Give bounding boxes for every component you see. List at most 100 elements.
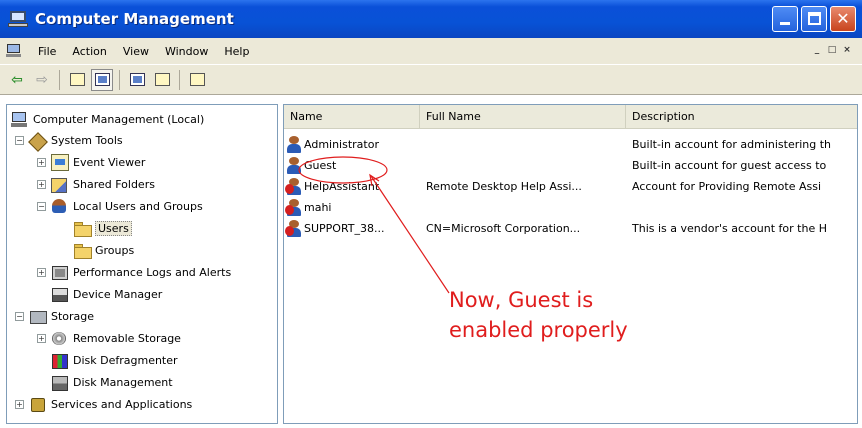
list-row-mahi[interactable]: mahi bbox=[284, 197, 857, 218]
description-cell: Account for Providing Remote Assi bbox=[632, 180, 822, 193]
expand-toggle[interactable]: + bbox=[37, 268, 46, 277]
child-close-button[interactable]: × bbox=[840, 44, 854, 57]
menu-view[interactable]: View bbox=[115, 45, 157, 58]
tree-item-groups[interactable]: Groups bbox=[73, 240, 134, 261]
column-header-name[interactable]: Name bbox=[284, 105, 420, 129]
system-menu-icon[interactable] bbox=[6, 44, 22, 58]
tools-icon bbox=[29, 132, 47, 149]
tree-item-local-users-and-groups[interactable]: − Local Users and Groups bbox=[37, 196, 203, 217]
full-name-cell: CN=Microsoft Corporation... bbox=[426, 222, 581, 235]
list-row-helpassistant[interactable]: HelpAssistant Remote Desktop Help Assi..… bbox=[284, 176, 857, 197]
users-list-view[interactable]: Name Full Name Description Administrator… bbox=[283, 104, 858, 424]
close-button[interactable]: ✕ bbox=[830, 6, 856, 32]
full-name-cell: Remote Desktop Help Assi... bbox=[426, 180, 582, 193]
tree-item-performance-logs[interactable]: + Performance Logs and Alerts bbox=[37, 262, 231, 283]
tree-item-removable-storage[interactable]: + Removable Storage bbox=[37, 328, 181, 349]
list-row-administrator[interactable]: Administrator Built-in account for admin… bbox=[284, 134, 857, 155]
removable-storage-icon bbox=[51, 330, 69, 347]
event-viewer-icon bbox=[51, 154, 69, 171]
tree-item-label: Disk Defragmenter bbox=[73, 354, 178, 367]
services-icon bbox=[29, 396, 47, 413]
expand-toggle[interactable]: + bbox=[37, 334, 46, 343]
tree-item-event-viewer[interactable]: + Event Viewer bbox=[37, 152, 145, 173]
user-icon bbox=[286, 135, 304, 154]
tree-item-label: Disk Management bbox=[73, 376, 173, 389]
device-manager-icon bbox=[51, 286, 69, 303]
tree-item-label: Groups bbox=[95, 244, 135, 257]
description-cell: Built-in account for guest access to bbox=[632, 159, 827, 172]
list-row-support[interactable]: SUPPORT_38... CN=Microsoft Corporation..… bbox=[284, 218, 857, 239]
properties-icon[interactable] bbox=[126, 69, 148, 91]
toolbar-separator bbox=[179, 69, 180, 90]
disabled-user-icon bbox=[285, 219, 304, 238]
tree-item-label: Services and Applications bbox=[51, 398, 193, 411]
name-cell: Guest bbox=[284, 156, 420, 175]
tree-item-storage[interactable]: − Storage bbox=[15, 306, 94, 327]
tree-item-label: Device Manager bbox=[73, 288, 163, 301]
name-cell: Administrator bbox=[284, 135, 420, 154]
tree-item-services-and-applications[interactable]: + Services and Applications bbox=[15, 394, 192, 415]
expand-toggle[interactable]: + bbox=[37, 158, 46, 167]
collapse-toggle[interactable]: − bbox=[37, 202, 46, 211]
disk-management-icon bbox=[51, 374, 69, 391]
tree-item-device-manager[interactable]: Device Manager bbox=[51, 284, 162, 305]
name-cell: mahi bbox=[284, 198, 420, 217]
window-controls: ✕ bbox=[772, 6, 856, 32]
computer-management-icon bbox=[8, 10, 28, 28]
back-icon[interactable]: ⇦ bbox=[6, 69, 28, 91]
column-header-full-name[interactable]: Full Name bbox=[420, 105, 626, 129]
name-cell: HelpAssistant bbox=[284, 177, 420, 196]
users-groups-icon bbox=[51, 198, 69, 215]
tree-item-label: Storage bbox=[51, 310, 95, 323]
expand-toggle[interactable]: + bbox=[15, 400, 24, 409]
expand-toggle[interactable]: + bbox=[37, 180, 46, 189]
tree-item-label: Removable Storage bbox=[73, 332, 181, 345]
maximize-button[interactable] bbox=[801, 6, 827, 32]
menu-help[interactable]: Help bbox=[216, 45, 257, 58]
folder-icon bbox=[73, 242, 92, 259]
tree-item-system-tools[interactable]: − System Tools bbox=[15, 130, 123, 151]
menu-action[interactable]: Action bbox=[64, 45, 114, 58]
window-title: Computer Management bbox=[35, 10, 234, 28]
tree-item-root[interactable]: Computer Management (Local) bbox=[11, 109, 204, 130]
console-tree[interactable]: Computer Management (Local) − System Too… bbox=[6, 104, 278, 424]
tree-item-disk-management[interactable]: Disk Management bbox=[51, 372, 173, 393]
child-restore-button[interactable]: □ bbox=[825, 44, 839, 57]
tree-item-label: Local Users and Groups bbox=[73, 200, 203, 213]
user-name: mahi bbox=[304, 201, 332, 214]
toolbar: ⇦ ⇨ bbox=[0, 65, 862, 95]
menu-file[interactable]: File bbox=[30, 45, 64, 58]
user-icon bbox=[286, 156, 304, 175]
collapse-toggle[interactable]: − bbox=[15, 136, 24, 145]
tree-item-label: Performance Logs and Alerts bbox=[73, 266, 232, 279]
menu-window[interactable]: Window bbox=[157, 45, 216, 58]
forward-icon[interactable]: ⇨ bbox=[31, 69, 53, 91]
performance-icon bbox=[51, 264, 69, 281]
shared-folders-icon bbox=[51, 176, 69, 193]
tree-item-label: Users bbox=[95, 221, 132, 236]
tree-item-users[interactable]: Users bbox=[73, 218, 132, 239]
help-icon[interactable] bbox=[186, 69, 208, 91]
show-hide-tree-icon[interactable] bbox=[91, 68, 113, 91]
description-cell: Built-in account for administering th bbox=[632, 138, 832, 151]
child-window-controls: _ □ × bbox=[810, 44, 854, 57]
export-list-icon[interactable] bbox=[151, 69, 173, 91]
annotation-callout: Now, Guest is enabled properly bbox=[449, 285, 628, 345]
name-cell: SUPPORT_38... bbox=[284, 219, 420, 238]
user-name: SUPPORT_38... bbox=[304, 222, 385, 235]
list-row-guest[interactable]: Guest Built-in account for guest access … bbox=[284, 155, 857, 176]
list-header: Name Full Name Description bbox=[284, 105, 857, 129]
minimize-button[interactable] bbox=[772, 6, 798, 32]
tree-item-label: Event Viewer bbox=[73, 156, 146, 169]
toolbar-separator bbox=[119, 69, 120, 90]
folder-icon bbox=[73, 220, 92, 237]
computer-icon bbox=[11, 111, 29, 128]
user-name: Guest bbox=[304, 159, 337, 172]
collapse-toggle[interactable]: − bbox=[15, 312, 24, 321]
column-header-description[interactable]: Description bbox=[626, 105, 857, 129]
child-minimize-button[interactable]: _ bbox=[810, 44, 824, 57]
up-folder-icon[interactable] bbox=[66, 69, 88, 91]
menu-bar: File Action View Window Help _ □ × bbox=[0, 38, 862, 65]
tree-item-shared-folders[interactable]: + Shared Folders bbox=[37, 174, 155, 195]
tree-item-disk-defragmenter[interactable]: Disk Defragmenter bbox=[51, 350, 178, 371]
